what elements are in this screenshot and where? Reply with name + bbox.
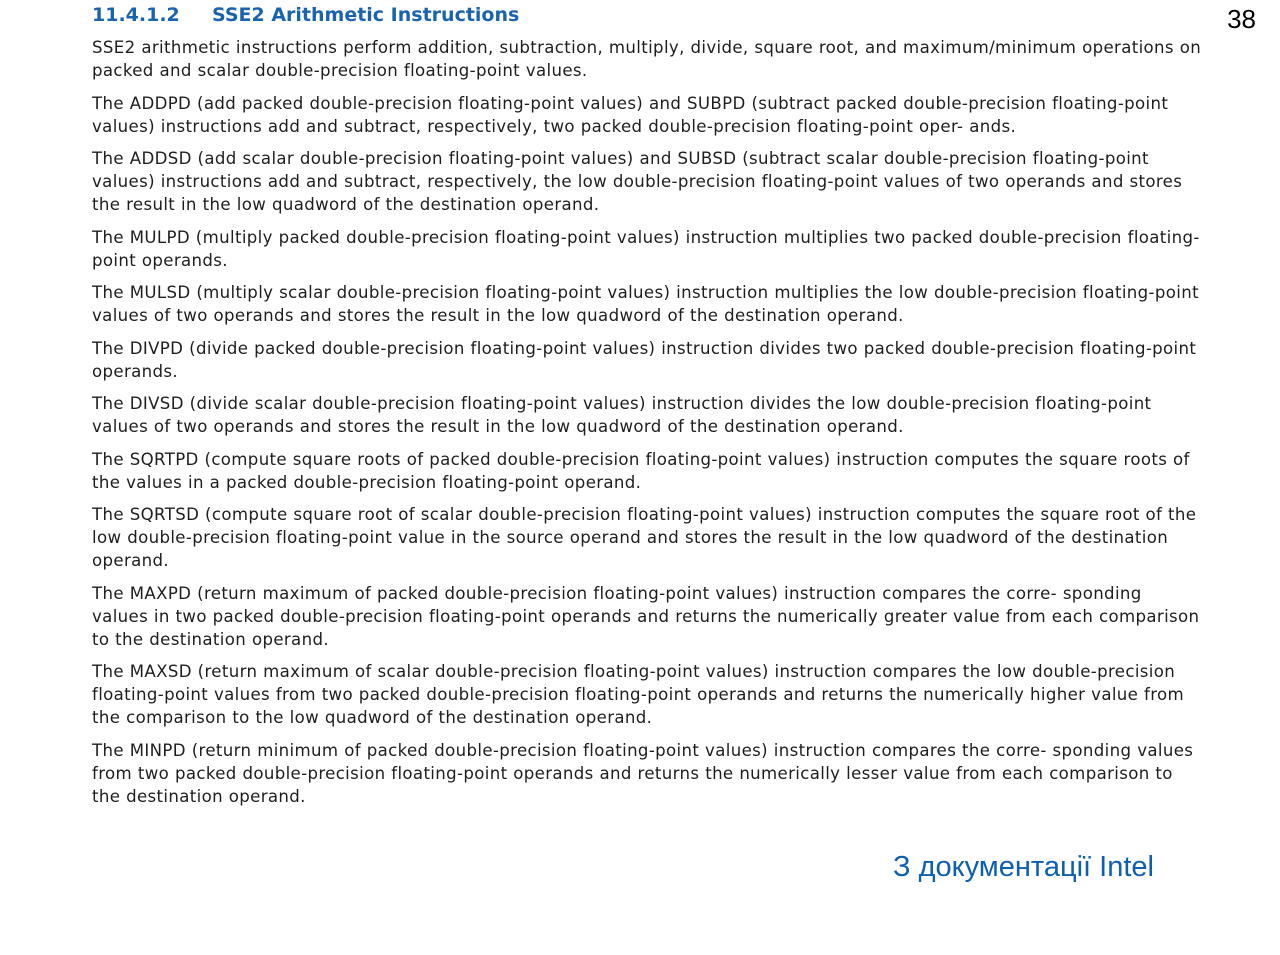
source-caption: З документації Intel: [893, 851, 1154, 883]
paragraph-mulpd: The MULPD (multiply packed double-precis…: [92, 227, 1200, 270]
paragraph-divpd: The DIVPD (divide packed double-precisio…: [92, 338, 1197, 381]
paragraph-maxpd: The MAXPD (return maximum of packed doub…: [92, 583, 1200, 649]
paragraph-mulsd: The MULSD (multiply scalar double-precis…: [92, 283, 1199, 325]
paragraph-addpd: The ADDPD (add packed double-precision f…: [92, 93, 1169, 136]
paragraph-list: SSE2 arithmetic instructions perform add…: [92, 36, 1202, 808]
section-title: SSE2 Arithmetic Instructions: [212, 4, 520, 26]
document-body: 11.4.1.2 SSE2 Arithmetic Instructions SSE…: [92, 0, 1202, 817]
paragraph-addsd: The ADDSD (add scalar double-precision f…: [92, 149, 1183, 214]
section-number: 11.4.1.2: [92, 4, 180, 26]
paragraph-sqrtsd: The SQRTSD (compute square root of scala…: [92, 505, 1197, 570]
paragraph-intro: SSE2 arithmetic instructions perform add…: [92, 38, 1202, 80]
section-heading: 11.4.1.2 SSE2 Arithmetic Instructions: [92, 0, 1202, 30]
paragraph-sqrtpd: The SQRTPD (compute square roots of pack…: [92, 449, 1190, 492]
paragraph-divsd: The DIVSD (divide scalar double-precisio…: [92, 394, 1152, 436]
paragraph-minpd: The MINPD (return minimum of packed doub…: [92, 740, 1194, 806]
page-number: 38: [1227, 4, 1256, 34]
paragraph-maxsd: The MAXSD (return maximum of scalar doub…: [92, 662, 1185, 727]
